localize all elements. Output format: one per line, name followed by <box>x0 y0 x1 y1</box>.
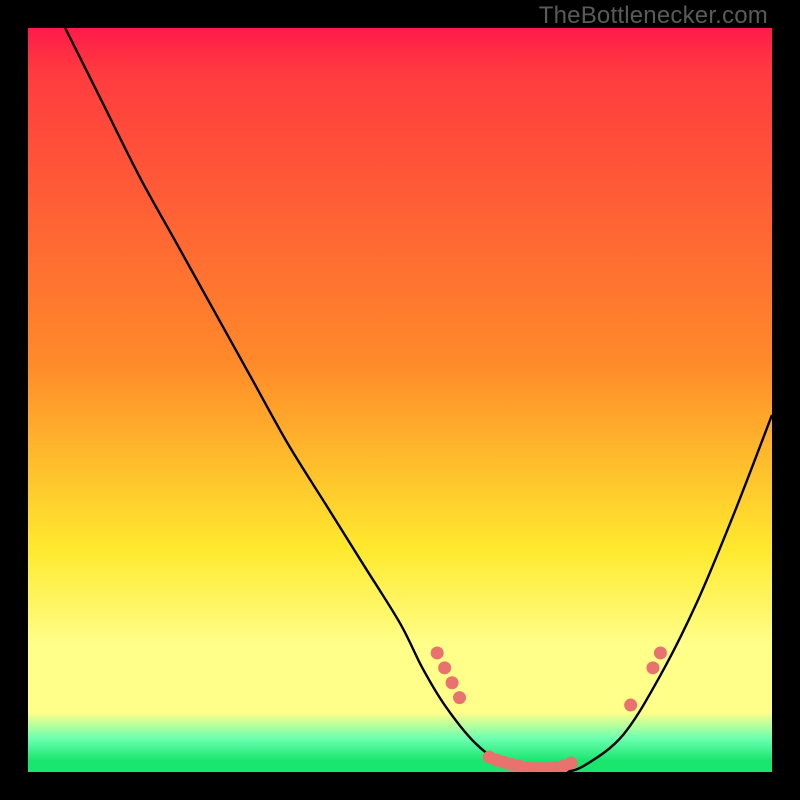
watermark-text: TheBottlenecker.com <box>539 2 768 30</box>
data-point-marker <box>453 691 466 704</box>
gradient-background <box>28 28 772 772</box>
data-point-marker <box>654 646 667 659</box>
data-point-marker <box>438 661 451 674</box>
data-point-marker <box>646 661 659 674</box>
data-point-marker <box>565 757 578 770</box>
data-point-marker <box>446 676 459 689</box>
data-point-marker <box>624 699 637 712</box>
outer-frame: TheBottlenecker.com <box>0 0 800 800</box>
chart-plot-area <box>28 28 772 772</box>
chart-svg <box>28 28 772 772</box>
data-point-marker <box>431 646 444 659</box>
